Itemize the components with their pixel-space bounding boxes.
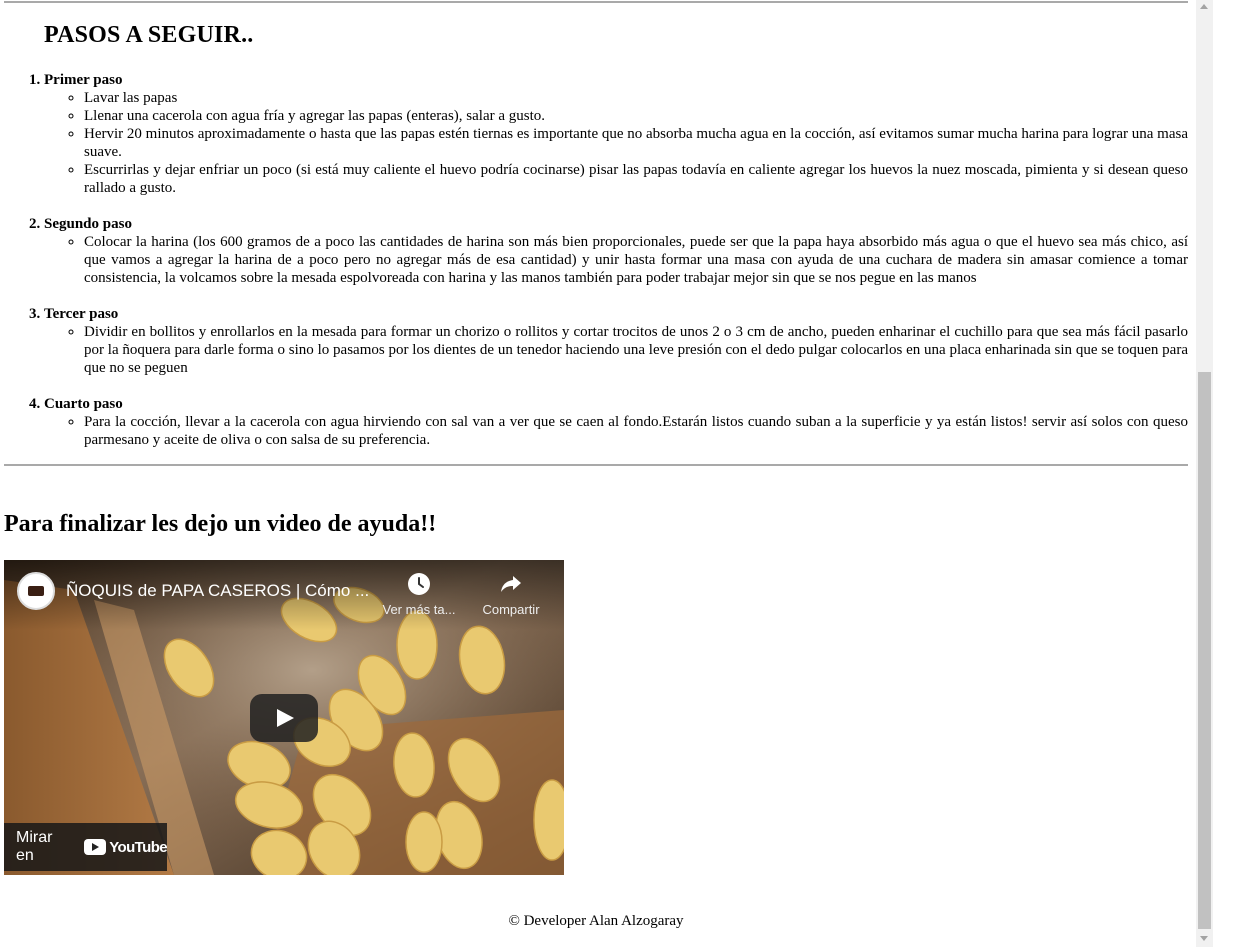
substep: Lavar las papas xyxy=(84,89,1188,107)
substep: Hervir 20 minutos aproximadamente o hast… xyxy=(84,125,1188,161)
steps-list: Primer paso Lavar las papas Llenar una c… xyxy=(4,71,1188,467)
share-icon xyxy=(501,576,521,592)
play-icon[interactable] xyxy=(250,694,318,742)
step-title: Primer paso xyxy=(44,72,123,88)
substep: Dividir en bollitos y enrollarlos en la … xyxy=(84,323,1188,377)
scroll-up-arrow-icon[interactable] xyxy=(1200,4,1208,9)
step-substeps: Colocar la harina (los 600 gramos de a p… xyxy=(44,233,1188,287)
scrollbar-thumb[interactable] xyxy=(1198,372,1211,929)
youtube-logo-icon: YouTube xyxy=(84,838,168,856)
watch-on-label: Mirar en xyxy=(16,829,53,864)
watch-later-button[interactable]: Ver más ta... xyxy=(379,572,459,617)
step-title: Cuarto paso xyxy=(44,396,123,412)
youtube-play-glyph xyxy=(84,839,107,855)
video-section-title: Para finalizar les dejo un video de ayud… xyxy=(4,511,437,537)
youtube-embed[interactable]: ÑOQUIS de PAPA CASEROS | Cómo ... Ver má… xyxy=(4,560,564,875)
step-item: Primer paso Lavar las papas Llenar una c… xyxy=(44,71,1188,197)
substep: Colocar la harina (los 600 gramos de a p… xyxy=(84,233,1188,287)
vertical-scrollbar[interactable] xyxy=(1196,0,1213,947)
clock-icon xyxy=(408,573,430,595)
section-divider xyxy=(4,464,1188,466)
video-header: ÑOQUIS de PAPA CASEROS | Cómo ... Ver má… xyxy=(4,560,564,630)
footer: © Developer Alan Alzogaray xyxy=(508,913,684,929)
page: PASOS A SEGUIR.. Primer paso Lavar las p… xyxy=(0,0,1196,947)
steps-title: PASOS A SEGUIR.. xyxy=(44,22,254,48)
substep: Para la cocción, llevar a la cacerola co… xyxy=(84,413,1188,449)
video-title-link[interactable]: ÑOQUIS de PAPA CASEROS | Cómo ... xyxy=(66,581,369,601)
share-label: Compartir xyxy=(482,602,540,617)
youtube-brand: YouTube xyxy=(109,838,167,856)
share-button[interactable]: Compartir xyxy=(471,572,551,617)
substep: Llenar una cacerola con agua fría y agre… xyxy=(84,107,1188,125)
step-item: Tercer paso Dividir en bollitos y enroll… xyxy=(44,305,1188,377)
scroll-down-arrow-icon[interactable] xyxy=(1200,936,1208,941)
step-substeps: Dividir en bollitos y enrollarlos en la … xyxy=(44,323,1188,377)
step-title: Segundo paso xyxy=(44,216,132,232)
watch-on-youtube-button[interactable]: Mirar en YouTube xyxy=(4,823,168,871)
step-substeps: Lavar las papas Llenar una cacerola con … xyxy=(44,89,1188,197)
watch-later-label: Ver más ta... xyxy=(382,602,456,617)
channel-avatar[interactable] xyxy=(17,572,55,610)
step-item: Segundo paso Colocar la harina (los 600 … xyxy=(44,215,1188,287)
substep: Escurrirlas y dejar enfriar un poco (si … xyxy=(84,161,1188,197)
step-title: Tercer paso xyxy=(44,306,119,322)
step-substeps: Para la cocción, llevar a la cacerola co… xyxy=(44,413,1188,449)
top-divider xyxy=(4,1,1188,3)
step-item: Cuarto paso Para la cocción, llevar a la… xyxy=(44,395,1188,449)
